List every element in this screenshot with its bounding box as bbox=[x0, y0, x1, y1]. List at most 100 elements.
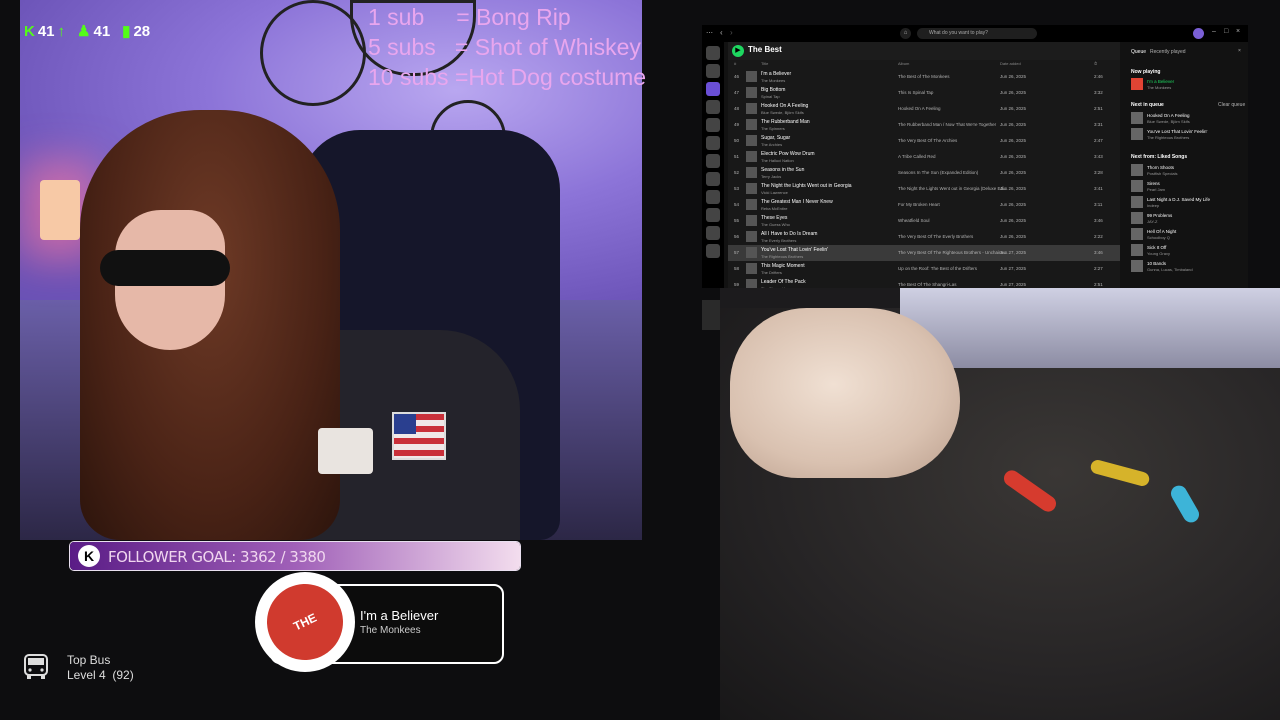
library-icon[interactable] bbox=[706, 46, 720, 60]
track-album[interactable]: The Night the Lights Went out in Georgia… bbox=[898, 186, 1008, 191]
track-row[interactable]: 54 The Greatest Man I Never Knew Reba McEn… bbox=[728, 197, 1120, 213]
track-album[interactable]: A Tribe Called Red bbox=[898, 154, 936, 159]
queue-item[interactable]: Sick It Off Young Gravy bbox=[1131, 244, 1243, 258]
track-album[interactable]: The Best Of The Shangri-Las bbox=[898, 282, 956, 287]
album-art bbox=[1131, 164, 1143, 176]
track-number: 47 bbox=[734, 90, 740, 95]
queue-item[interactable]: Hell Of A Night Schoolboy Q bbox=[1131, 228, 1243, 242]
library-item[interactable] bbox=[706, 64, 720, 78]
track-row[interactable]: 56 All I Have to Do Is Dream The Everly Br… bbox=[728, 229, 1120, 245]
avatar[interactable] bbox=[1193, 28, 1204, 39]
home-icon[interactable]: ⌂ bbox=[900, 28, 911, 39]
track-artist[interactable]: Terry Jacks bbox=[761, 174, 781, 179]
track-album[interactable]: The Very Best Of The Righteous Brothers … bbox=[898, 250, 1008, 255]
menu-dots-icon[interactable]: ⋯ bbox=[706, 29, 713, 37]
track-artist[interactable]: The Archies bbox=[761, 142, 782, 147]
track-artist[interactable]: The Drifters bbox=[761, 270, 782, 275]
library-item[interactable] bbox=[706, 100, 720, 114]
queue-item[interactable]: 99 Problems JAY-Z bbox=[1131, 212, 1243, 226]
track-row[interactable]: 48 Hooked On A Feeling Blue Swede, Björn S… bbox=[728, 101, 1120, 117]
back-icon[interactable]: ‹ bbox=[720, 28, 723, 37]
maximize-icon[interactable]: □ bbox=[1224, 28, 1228, 35]
queue-item[interactable]: Last Night a D.J. Saved My Life Indeep bbox=[1131, 196, 1243, 210]
track-album[interactable]: This Is Spinal Tap bbox=[898, 90, 933, 95]
track-album[interactable]: The Best of The Monkees bbox=[898, 74, 949, 79]
close-icon[interactable]: × bbox=[1236, 28, 1240, 35]
queue-item[interactable]: Sirens Pearl Jam bbox=[1131, 180, 1243, 194]
track-artist[interactable]: The Spinners bbox=[761, 126, 785, 131]
queue-item[interactable]: You've Lost That Lovin' Feelin' The Right… bbox=[1131, 128, 1243, 142]
queue-item[interactable]: Hooked On A Feeling Blue Swede, Björn Ski… bbox=[1131, 112, 1243, 126]
track-row[interactable]: 50 Sugar, Sugar The Archies The Very Best O… bbox=[728, 133, 1120, 149]
library-item[interactable] bbox=[706, 172, 720, 186]
track-artist[interactable]: Reba McEntire bbox=[761, 206, 787, 211]
track-row[interactable]: 47 Big Bottom Spinal Tap This Is Spinal Tap… bbox=[728, 85, 1120, 101]
track-number: 57 bbox=[734, 250, 740, 255]
track-album[interactable]: Up on the Roof: The Best of the Drifters bbox=[898, 266, 977, 271]
album-art bbox=[1131, 180, 1143, 192]
queue-now-playing[interactable]: I'm a Believer The Monkees bbox=[1131, 78, 1243, 92]
close-icon[interactable]: × bbox=[1238, 48, 1241, 54]
track-row[interactable]: 55 These Eyes The Guess Who Wheatfield Soul… bbox=[728, 213, 1120, 229]
track-artist[interactable]: The Everly Brothers bbox=[761, 238, 796, 243]
track-album[interactable]: The Rubberband Man / Now That We're Toge… bbox=[898, 122, 996, 127]
clear-queue-button[interactable]: Clear queue bbox=[1218, 102, 1245, 108]
tab-recently-played[interactable]: Recently played bbox=[1150, 49, 1186, 55]
playlist-title: The Best bbox=[748, 45, 782, 54]
track-album[interactable]: For My Broken Heart bbox=[898, 202, 940, 207]
taskbar-thumbnail[interactable] bbox=[702, 300, 720, 330]
track-title: This Magic Moment bbox=[761, 263, 805, 269]
track-album[interactable]: Hooked On A Feeling bbox=[898, 106, 941, 111]
search-input[interactable]: What do you want to play? bbox=[917, 28, 1037, 39]
track-row[interactable]: 58 This Magic Moment The Drifters Up on the… bbox=[728, 261, 1120, 277]
track-row[interactable]: 49 The Rubberband Man The Spinners The Rubb… bbox=[728, 117, 1120, 133]
track-artist[interactable]: The Righteous Brothers bbox=[761, 254, 803, 259]
track-title: The Greatest Man I Never Knew bbox=[761, 199, 833, 205]
library-item[interactable] bbox=[706, 226, 720, 240]
library-item[interactable] bbox=[706, 154, 720, 168]
track-artist[interactable]: Blue Swede, Björn Skifs bbox=[761, 110, 804, 115]
track-artist: JAY-Z bbox=[1147, 219, 1158, 224]
track-row[interactable]: 52 Seasons in the Sun Terry Jacks Seasons I… bbox=[728, 165, 1120, 181]
col-album: Album bbox=[898, 61, 910, 66]
track-number: 52 bbox=[734, 170, 740, 175]
queue-item[interactable]: 10 Bands Gunna, Lucas, Timbaland bbox=[1131, 260, 1243, 274]
track-album[interactable]: The Very Best Of The Archies bbox=[898, 138, 957, 143]
forward-icon[interactable]: › bbox=[730, 28, 733, 37]
track-artist: Schoolboy Q bbox=[1147, 235, 1170, 240]
track-title: Seasons in the Sun bbox=[761, 167, 805, 173]
album-art bbox=[746, 247, 757, 258]
follower-goal-bar: K FOLLOWER GOAL: 3362 / 3380 bbox=[70, 542, 520, 570]
track-artist[interactable]: Vicki Lawrence bbox=[761, 190, 788, 195]
track-artist[interactable]: The Guess Who bbox=[761, 222, 790, 227]
track-artist[interactable]: Spinal Tap bbox=[761, 94, 780, 99]
maverick-patch bbox=[318, 428, 373, 474]
track-row[interactable]: 53 The Night the Lights Went out in Georg… bbox=[728, 181, 1120, 197]
track-artist[interactable]: The Monkees bbox=[761, 78, 785, 83]
bars-icon: ▮ bbox=[122, 23, 131, 40]
track-row[interactable]: 59Leader Of The PackThe Shangri-LasThe B… bbox=[728, 277, 1120, 288]
track-artist[interactable]: The Halluci Nation bbox=[761, 158, 794, 163]
track-row[interactable]: 57 You've Lost That Lovin' Feelin' The Rig… bbox=[728, 245, 1120, 261]
track-title: Thorn Shoots bbox=[1147, 165, 1175, 170]
track-row[interactable]: 46 I'm a Believer The Monkees The Best of T… bbox=[728, 69, 1120, 85]
track-album[interactable]: Seasons In The Sun (Expanded Edition) bbox=[898, 170, 978, 175]
library-item[interactable] bbox=[706, 190, 720, 204]
track-date: Jun 26, 2025 bbox=[1000, 74, 1027, 79]
track-duration: 3:41 bbox=[1094, 186, 1103, 191]
track-album[interactable]: Wheatfield Soul bbox=[898, 218, 930, 223]
tab-queue[interactable]: Queue bbox=[1131, 49, 1146, 55]
library-item[interactable] bbox=[706, 136, 720, 150]
library-item[interactable] bbox=[706, 82, 720, 96]
now-playing-title: I'm a Believer bbox=[360, 608, 439, 623]
queue-item[interactable]: Thorn Shoots Postfish Specials bbox=[1131, 164, 1243, 178]
library-item[interactable] bbox=[706, 208, 720, 222]
minimize-icon[interactable]: – bbox=[1212, 28, 1216, 35]
library-item[interactable] bbox=[706, 118, 720, 132]
track-album[interactable]: The Very Best Of The Everly Brothers bbox=[898, 234, 973, 239]
track-row[interactable]: 51 Electric Pow Wow Drum The Halluci Natio… bbox=[728, 149, 1120, 165]
play-button[interactable]: ▶ bbox=[732, 45, 744, 57]
library-item[interactable] bbox=[706, 244, 720, 258]
pet-camera-feed bbox=[720, 288, 1280, 720]
track-title: The Night the Lights Went out in Georgia bbox=[761, 183, 852, 189]
